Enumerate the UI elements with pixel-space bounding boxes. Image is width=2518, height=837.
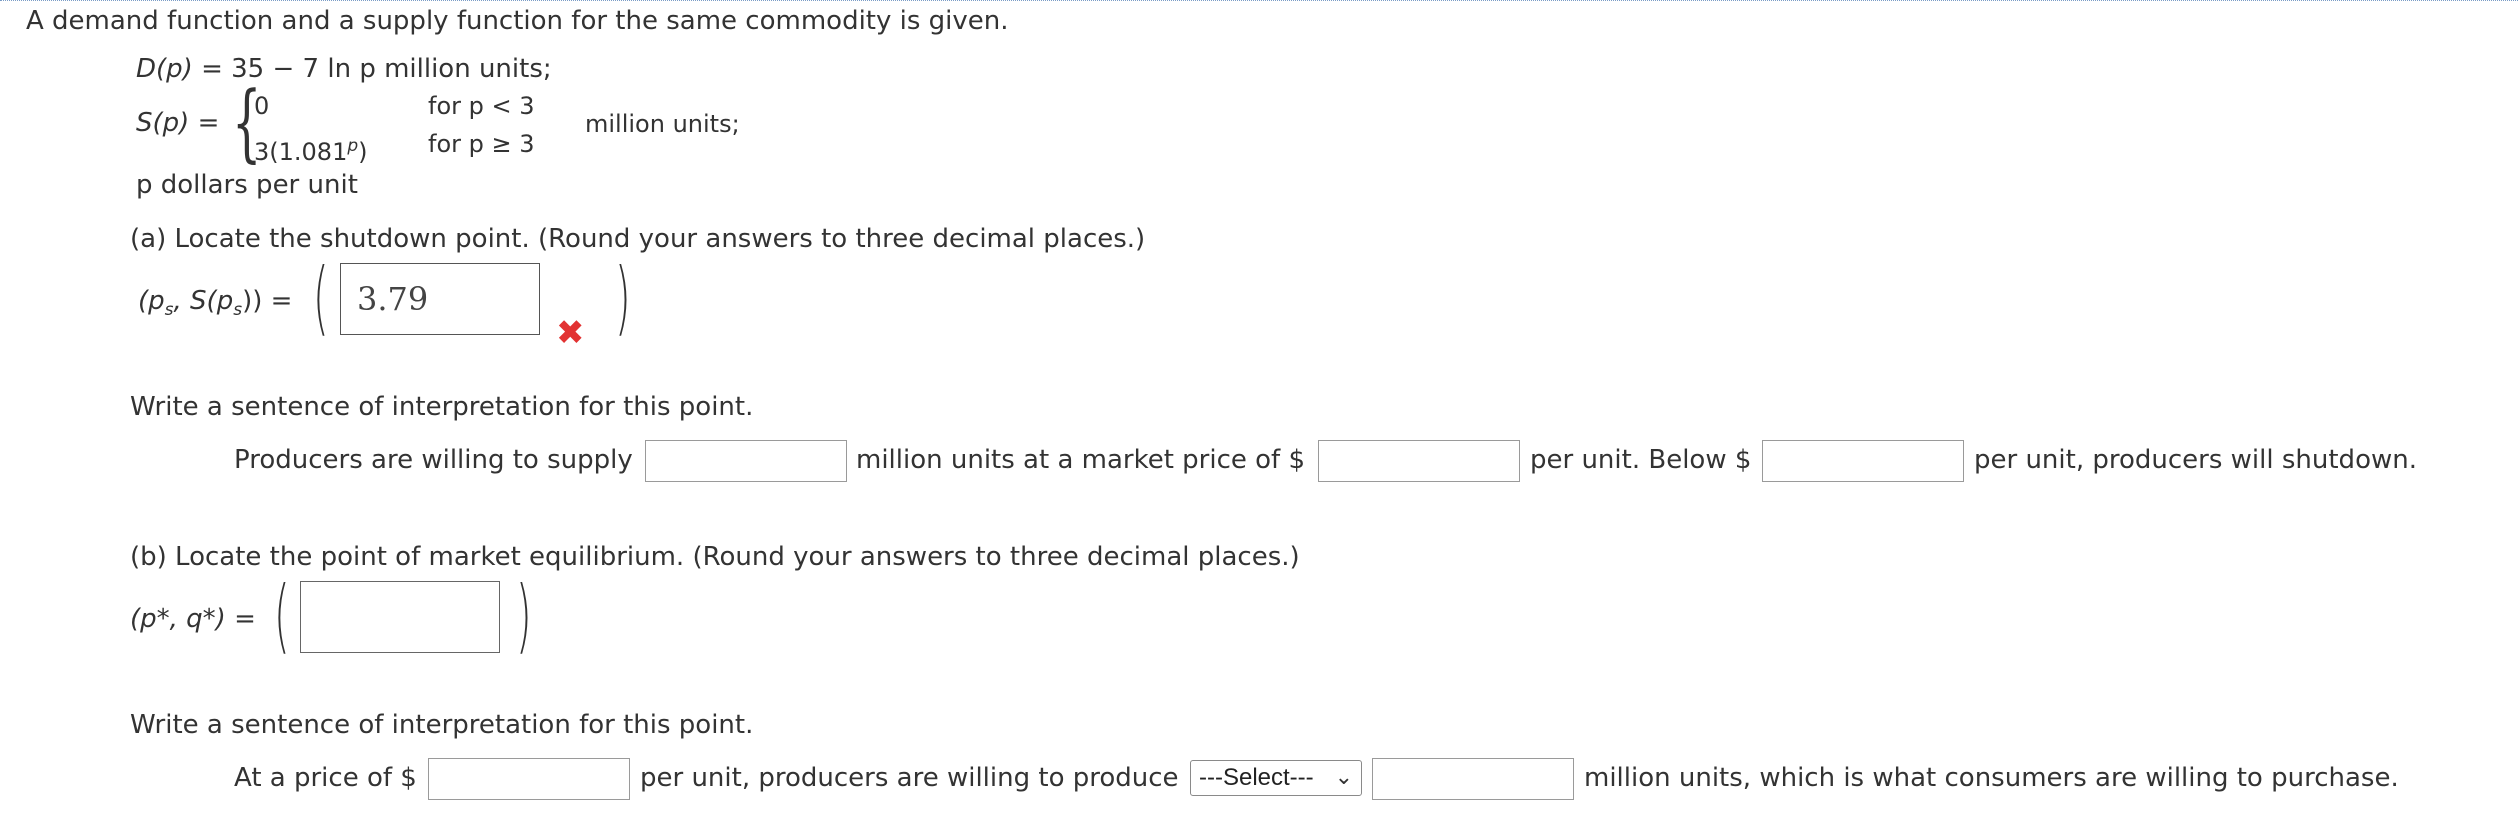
demand-function: D(p) = 35 − 7 ln p million units; — [136, 54, 552, 84]
part-b-prompt: (b) Locate the point of market equilibri… — [130, 542, 1300, 572]
part-a-interp-heading: Write a sentence of interpretation for t… — [130, 392, 754, 422]
open-paren: ( — [313, 251, 329, 344]
equilibrium-point-input[interactable] — [300, 581, 500, 653]
part-b-interp-heading: Write a sentence of interpretation for t… — [130, 710, 754, 740]
supply-case1-condition: for p < 3 — [428, 92, 535, 120]
close-paren: ) — [615, 251, 631, 344]
x-mark-icon: ✖ — [556, 313, 585, 353]
supply-function-lhs: S(p) = — [136, 108, 220, 138]
supply-case2-condition: for p ≥ 3 — [428, 130, 535, 158]
supply-case1-value: 0 — [254, 92, 270, 120]
part-a-sentence-4: per unit, producers will shutdown. — [1974, 445, 2417, 475]
part-a-sentence-1: Producers are willing to supply — [234, 445, 633, 475]
problem-intro: A demand function and a supply function … — [26, 6, 1009, 36]
top-dotted-rule — [0, 0, 2518, 1]
market-price-input[interactable] — [1318, 440, 1520, 482]
open-paren-b: ( — [274, 569, 290, 662]
supply-units: million units; — [585, 110, 740, 138]
shutdown-point-label: (ps, S(ps)) = — [138, 286, 293, 321]
part-b-sentence-2: per unit, producers are willing to produ… — [640, 763, 1179, 793]
close-paren-b: ) — [516, 569, 532, 662]
chevron-down-icon: ⌄ — [1334, 764, 1353, 789]
part-a-prompt: (a) Locate the shutdown point. (Round yo… — [130, 224, 1146, 254]
quantity-select[interactable]: ---Select--- ⌄ — [1190, 760, 1362, 796]
supply-case2-value: 3(1.081p) — [254, 136, 368, 166]
shutdown-price-input[interactable] — [1762, 440, 1964, 482]
shutdown-point-input[interactable]: 3.79 — [340, 263, 540, 335]
equilibrium-quantity-input[interactable] — [1372, 758, 1574, 800]
price-units: p dollars per unit — [136, 170, 358, 200]
equilibrium-price-input[interactable] — [428, 758, 630, 800]
supply-quantity-input[interactable] — [645, 440, 847, 482]
part-a-sentence-2: million units at a market price of $ — [856, 445, 1306, 475]
part-b-sentence-3: million units, which is what consumers a… — [1584, 763, 2399, 793]
part-b-sentence-1: At a price of $ — [234, 763, 417, 793]
equilibrium-point-label: (p*, q*) = — [130, 604, 256, 634]
part-a-sentence-3: per unit. Below $ — [1530, 445, 1752, 475]
